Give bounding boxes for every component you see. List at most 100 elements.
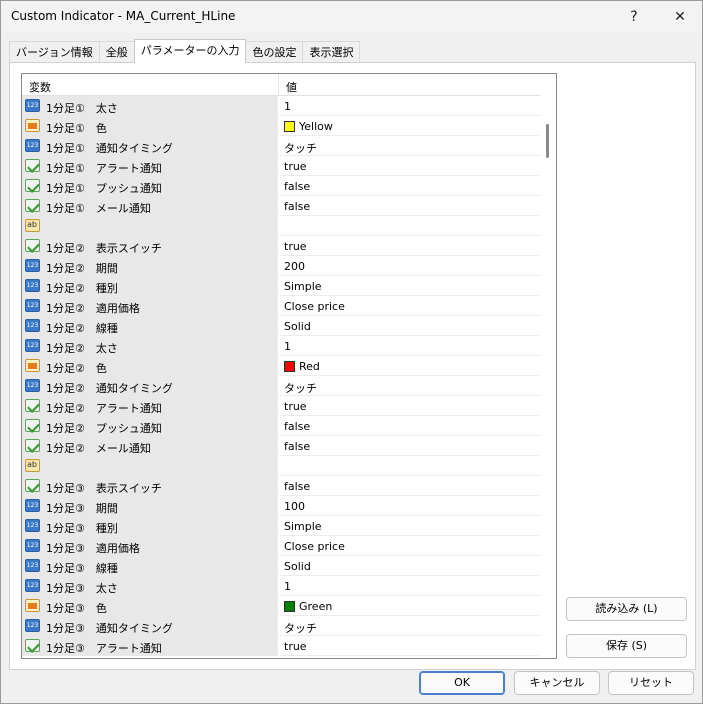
parameter-value: Solid xyxy=(284,560,311,573)
parameter-row[interactable]: 1分足③ 種別 Simple xyxy=(22,516,540,536)
number-type-icon xyxy=(25,539,40,552)
boolean-type-icon xyxy=(25,239,40,252)
parameter-row[interactable]: 1分足① メール通知 false xyxy=(22,196,540,216)
tab-general[interactable]: 全般 xyxy=(98,41,135,63)
parameter-row[interactable]: 1分足② 通知タイミング タッチ xyxy=(22,376,540,396)
parameter-value-cell[interactable]: Simple xyxy=(279,516,540,536)
parameter-value-wrap: true xyxy=(284,640,307,653)
number-type-icon xyxy=(25,299,40,312)
ok-button[interactable]: OK xyxy=(419,671,505,695)
parameter-value-cell[interactable]: true xyxy=(279,636,540,656)
parameter-row[interactable]: 1分足② 種別 Simple xyxy=(22,276,540,296)
scroll-thumb[interactable] xyxy=(546,124,549,158)
parameter-value-cell[interactable]: Yellow xyxy=(279,116,540,136)
column-header-value[interactable]: 値 xyxy=(286,79,297,95)
load-button[interactable]: 読み込み (L) xyxy=(566,597,687,621)
parameter-row[interactable]: 1分足② アラート通知 true xyxy=(22,396,540,416)
parameter-value-cell[interactable]: タッチ xyxy=(279,376,540,396)
parameter-value-cell[interactable]: false xyxy=(279,476,540,496)
parameter-value-cell[interactable]: false xyxy=(279,416,540,436)
number-type-icon xyxy=(25,499,40,512)
parameter-row[interactable]: 1分足② メール通知 false xyxy=(22,436,540,456)
parameter-value-cell[interactable]: Solid xyxy=(279,316,540,336)
parameter-value-wrap: true xyxy=(284,160,307,173)
parameter-row[interactable]: 1分足③ 線種 Solid xyxy=(22,556,540,576)
column-header-variable[interactable]: 変数 xyxy=(29,79,51,95)
number-type-icon xyxy=(25,319,40,332)
parameter-row[interactable]: 1分足② 太さ 1 xyxy=(22,336,540,356)
boolean-type-icon xyxy=(25,399,40,412)
string-type-icon xyxy=(25,459,40,472)
parameter-row[interactable]: 1分足② 線種 Solid xyxy=(22,316,540,336)
parameter-value: Red xyxy=(299,360,320,373)
parameter-value-wrap: Simple xyxy=(284,520,322,533)
parameter-value-wrap: 1 xyxy=(284,580,291,593)
parameter-value-wrap: Red xyxy=(284,360,320,373)
parameter-value-cell[interactable]: タッチ xyxy=(279,616,540,636)
parameter-row[interactable]: 1分足③ 期間 100 xyxy=(22,496,540,516)
parameter-row[interactable]: 1分足① 通知タイミング タッチ xyxy=(22,136,540,156)
number-type-icon xyxy=(25,619,40,632)
parameter-value-wrap: Simple xyxy=(284,280,322,293)
tab-version-info[interactable]: バージョン情報 xyxy=(9,41,100,63)
tab-colors[interactable]: 色の設定 xyxy=(245,41,304,63)
parameter-value-cell[interactable]: 200 xyxy=(279,256,540,276)
parameter-value: Green xyxy=(299,600,333,613)
close-button[interactable]: ✕ xyxy=(657,1,703,33)
parameter-row[interactable]: 1分足③ 適用価格 Close price xyxy=(22,536,540,556)
parameter-value-cell[interactable]: Solid xyxy=(279,556,540,576)
parameter-row[interactable] xyxy=(22,216,540,236)
parameter-value-cell[interactable]: 1 xyxy=(279,96,540,116)
parameter-value: タッチ xyxy=(284,142,317,155)
parameter-row[interactable]: 1分足② 期間 200 xyxy=(22,256,540,276)
parameter-row[interactable]: 1分足③ 色 Green xyxy=(22,596,540,616)
parameter-name-cell: 1分足③ 期間 xyxy=(22,496,279,516)
save-button[interactable]: 保存 (S) xyxy=(566,634,687,658)
parameter-value-cell[interactable]: true xyxy=(279,236,540,256)
parameter-row[interactable]: 1分足② 色 Red xyxy=(22,356,540,376)
parameter-row[interactable]: 1分足② 表示スイッチ true xyxy=(22,236,540,256)
parameter-value-cell[interactable]: Simple xyxy=(279,276,540,296)
parameter-value-cell[interactable]: 100 xyxy=(279,496,540,516)
parameter-value-cell[interactable]: true xyxy=(279,156,540,176)
parameter-value-wrap: false xyxy=(284,480,310,493)
parameter-row[interactable]: 1分足① 太さ 1 xyxy=(22,96,540,116)
parameter-value-cell[interactable]: Close price xyxy=(279,296,540,316)
parameter-value-cell[interactable] xyxy=(279,216,540,236)
grid-header: 変数 値 xyxy=(22,74,540,96)
parameter-value-wrap: false xyxy=(284,420,310,433)
parameter-value-cell[interactable]: true xyxy=(279,396,540,416)
parameter-row[interactable]: 1分足② プッシュ通知 false xyxy=(22,416,540,436)
reset-button[interactable]: リセット xyxy=(608,671,694,695)
parameter-value-cell[interactable]: Red xyxy=(279,356,540,376)
tab-visualization[interactable]: 表示選択 xyxy=(302,41,361,63)
cancel-button[interactable]: キャンセル xyxy=(514,671,600,695)
parameter-row[interactable]: 1分足② 適用価格 Close price xyxy=(22,296,540,316)
parameter-value-cell[interactable]: タッチ xyxy=(279,136,540,156)
parameter-row[interactable]: 1分足① 色 Yellow xyxy=(22,116,540,136)
parameter-value-cell[interactable]: false xyxy=(279,436,540,456)
parameter-row[interactable]: 1分足③ アラート通知 true xyxy=(22,636,540,656)
parameter-name: 1分足① 太さ xyxy=(46,102,118,115)
parameter-name-cell: 1分足① アラート通知 xyxy=(22,156,279,176)
parameter-value-cell[interactable]: Close price xyxy=(279,536,540,556)
parameter-row[interactable]: 1分足③ 太さ 1 xyxy=(22,576,540,596)
parameter-row[interactable]: 1分足① アラート通知 true xyxy=(22,156,540,176)
parameter-row[interactable]: 1分足③ 表示スイッチ false xyxy=(22,476,540,496)
parameter-value-cell[interactable]: Green xyxy=(279,596,540,616)
parameter-value-cell[interactable]: 1 xyxy=(279,336,540,356)
parameter-value-cell[interactable]: 1 xyxy=(279,576,540,596)
parameter-name: 1分足② 色 xyxy=(46,362,107,375)
parameter-row[interactable]: 1分足① プッシュ通知 false xyxy=(22,176,540,196)
parameter-value-cell[interactable]: false xyxy=(279,176,540,196)
parameter-value-cell[interactable] xyxy=(279,456,540,476)
parameter-value: タッチ xyxy=(284,382,317,395)
parameter-row[interactable]: 1分足③ 通知タイミング タッチ xyxy=(22,616,540,636)
vertical-scrollbar[interactable] xyxy=(540,74,556,658)
help-button[interactable]: ? xyxy=(611,1,657,33)
parameter-value-cell[interactable]: false xyxy=(279,196,540,216)
parameter-name: 1分足③ 種別 xyxy=(46,522,118,535)
column-divider[interactable] xyxy=(278,74,279,96)
tab-parameters[interactable]: パラメーターの入力 xyxy=(133,39,247,63)
parameter-row[interactable] xyxy=(22,456,540,476)
